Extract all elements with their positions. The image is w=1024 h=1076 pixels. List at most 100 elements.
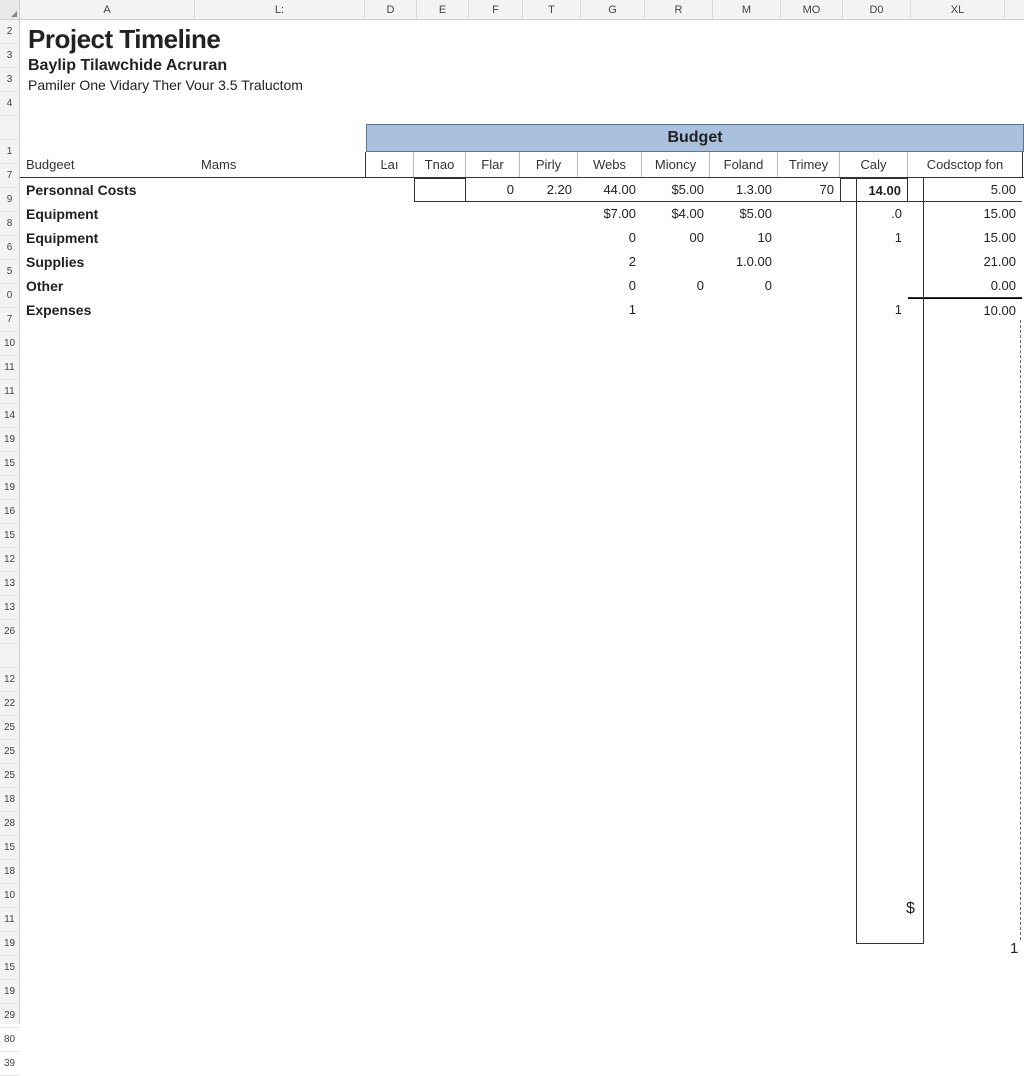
cell[interactable]: 0	[578, 226, 642, 250]
cell[interactable]	[414, 274, 466, 298]
row-header[interactable]: 39	[0, 1052, 19, 1076]
cell[interactable]: 0	[642, 274, 710, 298]
row-header[interactable]: 12	[0, 548, 19, 572]
cell[interactable]: 1.3.00	[710, 178, 778, 202]
row-header[interactable]: 7	[0, 308, 19, 332]
cell[interactable]: 21.00	[908, 250, 1022, 274]
cell[interactable]	[520, 274, 578, 298]
cell[interactable]	[366, 202, 414, 226]
cell[interactable]: 10.00	[908, 298, 1022, 322]
row-header[interactable]: 16	[0, 500, 19, 524]
cell[interactable]	[642, 250, 710, 274]
cell[interactable]	[414, 226, 466, 250]
cell[interactable]: 0	[578, 274, 642, 298]
cell[interactable]	[466, 250, 520, 274]
row-header[interactable]: 4	[0, 92, 19, 116]
cell[interactable]	[778, 250, 840, 274]
cell[interactable]: 10	[710, 226, 778, 250]
cell[interactable]	[414, 298, 466, 322]
cell[interactable]	[414, 178, 466, 202]
cell[interactable]	[366, 274, 414, 298]
cell[interactable]: 2	[578, 250, 642, 274]
row-header[interactable]: 25	[0, 764, 19, 788]
cell[interactable]: 1	[578, 298, 642, 322]
cell[interactable]	[520, 226, 578, 250]
cell[interactable]: 2.20	[520, 178, 578, 202]
cell[interactable]: 15.00	[908, 226, 1022, 250]
cell[interactable]	[414, 250, 466, 274]
row-header[interactable]: 19	[0, 932, 19, 956]
row-header[interactable]: 11	[0, 356, 19, 380]
row-header[interactable]: 3	[0, 44, 19, 68]
row-header[interactable]: 15	[0, 452, 19, 476]
row-header[interactable]: 18	[0, 788, 19, 812]
row-header[interactable]: 8	[0, 212, 19, 236]
row-header[interactable]: 0	[0, 284, 19, 308]
row-header[interactable]: 5	[0, 260, 19, 284]
row-header[interactable]: 25	[0, 716, 19, 740]
sheet-area[interactable]: Project Timeline Baylip Tilawchide Acrur…	[20, 20, 1024, 1024]
row-header[interactable]: 12	[0, 668, 19, 692]
row-header[interactable]	[0, 644, 19, 668]
row-header[interactable]: 80	[0, 1028, 19, 1052]
cell[interactable]	[778, 202, 840, 226]
cell[interactable]	[466, 226, 520, 250]
cell[interactable]	[520, 250, 578, 274]
cell[interactable]: 0.00	[908, 274, 1022, 298]
column-header[interactable]: L:	[195, 0, 365, 19]
cell[interactable]: 44.00	[578, 178, 642, 202]
row-header[interactable]: 14	[0, 404, 19, 428]
cell[interactable]: 70	[778, 178, 840, 202]
cell[interactable]	[366, 250, 414, 274]
row-header[interactable]: 25	[0, 740, 19, 764]
row-header[interactable]: 22	[0, 692, 19, 716]
row-header[interactable]: 19	[0, 476, 19, 500]
row-header[interactable]: 15	[0, 524, 19, 548]
cell[interactable]	[366, 226, 414, 250]
cell[interactable]: 0	[710, 274, 778, 298]
cell[interactable]	[414, 202, 466, 226]
row-header[interactable]: 28	[0, 812, 19, 836]
row-header[interactable]: 10	[0, 884, 19, 908]
cell[interactable]: 00	[642, 226, 710, 250]
column-header[interactable]: G	[581, 0, 645, 19]
column-header[interactable]: A	[20, 0, 195, 19]
cell[interactable]: $7.00	[578, 202, 642, 226]
cell[interactable]	[710, 298, 778, 322]
cell[interactable]	[642, 298, 710, 322]
cell[interactable]	[778, 226, 840, 250]
cell[interactable]: 0	[466, 178, 520, 202]
row-header[interactable]: 13	[0, 596, 19, 620]
column-header[interactable]: M	[713, 0, 781, 19]
row-header[interactable]: 10	[0, 332, 19, 356]
cell[interactable]: $5.00	[710, 202, 778, 226]
column-header[interactable]: R	[645, 0, 713, 19]
row-header[interactable]: 11	[0, 380, 19, 404]
cell[interactable]: 5.00	[908, 178, 1022, 202]
column-header[interactable]: D0	[843, 0, 911, 19]
row-header[interactable]: 7	[0, 164, 19, 188]
cell[interactable]: 15.00	[908, 202, 1022, 226]
column-header[interactable]: E	[417, 0, 469, 19]
row-header[interactable]: 3	[0, 68, 19, 92]
row-header[interactable]: 15	[0, 956, 19, 980]
row-header[interactable]: 18	[0, 860, 19, 884]
cell[interactable]	[466, 202, 520, 226]
row-header[interactable]: 6	[0, 236, 19, 260]
row-header[interactable]: 1	[0, 140, 19, 164]
row-header[interactable]: 26	[0, 620, 19, 644]
row-header[interactable]: 29	[0, 1004, 19, 1028]
row-header[interactable]	[0, 116, 19, 140]
column-header[interactable]: F	[469, 0, 523, 19]
row-header[interactable]: 19	[0, 428, 19, 452]
select-all-corner[interactable]	[0, 0, 20, 19]
cell[interactable]	[466, 274, 520, 298]
cell[interactable]	[520, 298, 578, 322]
column-header[interactable]: D	[365, 0, 417, 19]
row-header[interactable]: 13	[0, 572, 19, 596]
row-header[interactable]: 15	[0, 836, 19, 860]
cell[interactable]	[466, 298, 520, 322]
row-header[interactable]: 11	[0, 908, 19, 932]
cell[interactable]: $4.00	[642, 202, 710, 226]
cell[interactable]	[366, 298, 414, 322]
